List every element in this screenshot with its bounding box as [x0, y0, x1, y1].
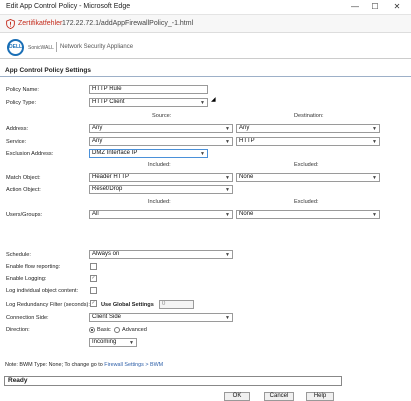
page-title: App Control Policy Settings — [0, 66, 411, 77]
chevron-down-icon: ▼ — [225, 126, 230, 132]
direction-advanced-label: Advanced — [122, 327, 147, 333]
minimize-button[interactable]: — — [348, 2, 362, 12]
chevron-down-icon: ▼ — [200, 151, 205, 157]
match-object-label: Match Object: — [6, 175, 41, 181]
match-object-excluded-value: None — [239, 174, 254, 180]
product-name: SonicWALL — [28, 45, 54, 51]
brand-header: DELL SonicWALL Network Security Applianc… — [0, 33, 411, 59]
connection-side-label: Connection Side: — [6, 315, 49, 321]
log-individual-label: Log individual object content: — [6, 288, 79, 294]
action-object-value: Reset/Drop — [92, 186, 123, 192]
log-redundancy-input[interactable]: 0 — [159, 300, 194, 309]
window-titlebar: Edit App Control Policy - Microsoft Edge… — [0, 0, 411, 15]
exclusion-address-value: DMZ Interface IP — [92, 150, 138, 156]
destination-header: Destination: — [294, 113, 324, 119]
direction-value: Incoming — [92, 339, 117, 345]
flow-reporting-label: Enable flow reporting: — [6, 264, 61, 270]
flow-reporting-checkbox[interactable] — [90, 263, 97, 270]
chevron-down-icon: ▼ — [372, 212, 377, 218]
exclusion-address-select[interactable]: DMZ Interface IP ▼ — [89, 149, 208, 158]
bwm-note-text: Note: BWM Type: None; To change go to — [5, 362, 105, 368]
close-button[interactable]: ✕ — [390, 2, 404, 12]
schedule-select[interactable]: Always on ▼ — [89, 250, 233, 259]
shield-warning-icon — [6, 19, 15, 29]
logging-checkbox[interactable]: ✓ — [90, 275, 97, 282]
policy-type-label: Policy Type: — [6, 100, 37, 106]
address-bar[interactable]: Zertifikatfehler 172.22.72.1/addAppFirew… — [0, 15, 411, 33]
status-bar: Ready — [4, 376, 342, 386]
certificate-error-label[interactable]: Zertifikatfehler — [18, 20, 62, 27]
log-redundancy-label: Log Redundancy Filter (seconds): — [6, 302, 90, 308]
policy-name-input[interactable]: HTTP Rule — [89, 85, 208, 94]
users-groups-label: Users/Groups: — [6, 212, 43, 218]
brand-divider — [56, 42, 57, 52]
destination-address-select[interactable]: Any ▼ — [236, 124, 380, 133]
users-included-select[interactable]: All ▼ — [89, 210, 233, 219]
maximize-button[interactable]: ☐ — [368, 2, 382, 12]
source-service-select[interactable]: Any ▼ — [89, 137, 233, 146]
match-object-excluded-select[interactable]: None ▼ — [236, 173, 380, 182]
users-excluded-select[interactable]: None ▼ — [236, 210, 380, 219]
bwm-settings-link[interactable]: Firewall Settings > BWM — [104, 362, 163, 368]
mouse-cursor-icon: ◢ — [211, 97, 216, 103]
match-object-included-value: Header HTTP — [92, 174, 130, 180]
action-object-label: Action Object: — [6, 187, 41, 193]
chevron-down-icon: ▼ — [225, 252, 230, 258]
chevron-down-icon: ▼ — [225, 175, 230, 181]
excluded-header: Excluded: — [294, 162, 319, 168]
source-address-select[interactable]: Any ▼ — [89, 124, 233, 133]
direction-basic-radio[interactable] — [89, 327, 95, 333]
policy-type-value: HTTP Client — [92, 99, 125, 105]
product-subtitle: Network Security Appliance — [60, 44, 134, 50]
use-global-settings-label: Use Global Settings — [101, 302, 154, 308]
direction-label: Direction: — [6, 327, 30, 333]
users-included-header: Included: — [148, 199, 171, 205]
included-header: Included: — [148, 162, 171, 168]
chevron-down-icon: ▼ — [372, 175, 377, 181]
chevron-down-icon: ▼ — [129, 340, 134, 346]
connection-side-select[interactable]: Client Side ▼ — [89, 313, 233, 322]
destination-service-select[interactable]: HTTP ▼ — [236, 137, 380, 146]
chevron-down-icon: ▼ — [225, 187, 230, 193]
destination-address-value: Any — [239, 125, 250, 131]
connection-side-value: Client Side — [92, 314, 122, 320]
users-excluded-header: Excluded: — [294, 199, 319, 205]
source-header: Source: — [152, 113, 172, 119]
chevron-down-icon: ▼ — [200, 100, 205, 106]
action-object-select[interactable]: Reset/Drop ▼ — [89, 185, 233, 194]
policy-name-label: Policy Name: — [6, 87, 39, 93]
direction-select[interactable]: Incoming ▼ — [89, 338, 137, 347]
dell-logo: DELL — [7, 39, 24, 56]
chevron-down-icon: ▼ — [372, 126, 377, 132]
window-title: Edit App Control Policy - Microsoft Edge — [6, 3, 131, 10]
exclusion-address-label: Exclusion Address: — [6, 151, 54, 157]
match-object-included-select[interactable]: Header HTTP ▼ — [89, 173, 233, 182]
users-included-value: All — [92, 211, 99, 217]
destination-service-value: HTTP — [239, 138, 255, 144]
schedule-value: Always on — [92, 251, 120, 257]
source-service-value: Any — [92, 138, 103, 144]
chevron-down-icon: ▼ — [225, 315, 230, 321]
log-individual-checkbox[interactable] — [90, 287, 97, 294]
url-text[interactable]: 172.22.72.1/addAppFirewallPolicy_-1.html — [62, 20, 193, 27]
logging-label: Enable Logging: — [6, 276, 47, 282]
address-label: Address: — [6, 126, 29, 132]
chevron-down-icon: ▼ — [372, 139, 377, 145]
service-label: Service: — [6, 139, 27, 145]
use-global-settings-checkbox[interactable]: ✓ — [90, 300, 97, 307]
chevron-down-icon: ▼ — [225, 212, 230, 218]
chevron-down-icon: ▼ — [225, 139, 230, 145]
direction-basic-label: Basic — [97, 327, 111, 333]
users-excluded-value: None — [239, 211, 254, 217]
schedule-label: Schedule: — [6, 252, 31, 258]
policy-type-select[interactable]: HTTP Client ▼ — [89, 98, 208, 107]
source-address-value: Any — [92, 125, 103, 131]
direction-advanced-radio[interactable] — [114, 327, 120, 333]
bwm-note: Note: BWM Type: None; To change go to Fi… — [5, 362, 163, 368]
